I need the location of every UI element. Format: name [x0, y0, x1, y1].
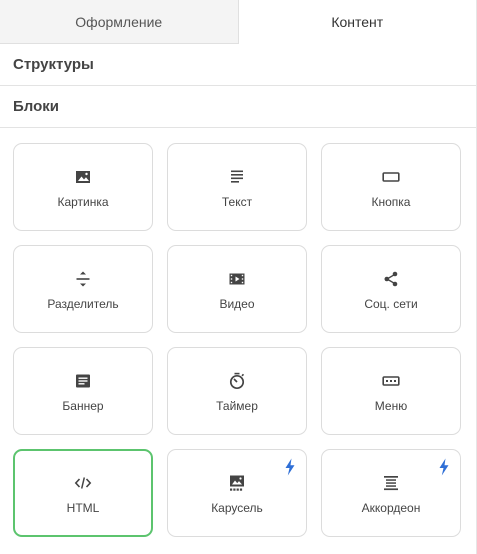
lightning-icon	[284, 458, 296, 476]
share-icon	[381, 269, 401, 289]
lightning-icon	[438, 458, 450, 476]
block-divider[interactable]: Разделитель	[13, 245, 153, 333]
block-label: Таймер	[216, 399, 258, 413]
section-structures[interactable]: Структуры	[0, 44, 476, 86]
block-label: Видео	[219, 297, 255, 311]
block-label: Меню	[374, 399, 408, 413]
block-image[interactable]: Картинка	[13, 143, 153, 231]
tab-content[interactable]: Контент	[238, 0, 476, 44]
block-label: Картинка	[57, 195, 109, 209]
block-label: Текст	[221, 195, 253, 209]
block-accordion[interactable]: Аккордеон	[321, 449, 461, 537]
block-banner[interactable]: Баннер	[13, 347, 153, 435]
section-blocks[interactable]: Блоки	[0, 86, 476, 128]
code-icon	[73, 473, 93, 493]
block-text[interactable]: Текст	[167, 143, 307, 231]
button-icon	[381, 167, 401, 187]
block-label: Кнопка	[371, 195, 411, 209]
image-icon	[73, 167, 93, 187]
menu-icon	[381, 371, 401, 391]
carousel-icon	[227, 473, 247, 493]
block-social[interactable]: Соц. сети	[321, 245, 461, 333]
panel-tabs: Оформление Контент	[0, 0, 476, 44]
block-label: Соц. сети	[364, 297, 418, 311]
divider-icon	[73, 269, 93, 289]
block-label: Аккордеон	[361, 501, 421, 515]
block-label: Баннер	[62, 399, 104, 413]
video-icon	[227, 269, 247, 289]
block-button[interactable]: Кнопка	[321, 143, 461, 231]
block-video[interactable]: Видео	[167, 245, 307, 333]
text-icon	[227, 167, 247, 187]
block-menu[interactable]: Меню	[321, 347, 461, 435]
block-label: HTML	[66, 501, 100, 515]
block-timer[interactable]: Таймер	[167, 347, 307, 435]
block-label: Карусель	[211, 501, 263, 515]
content-panel: Оформление Контент Структуры Блоки Карти…	[0, 0, 477, 554]
block-carousel[interactable]: Карусель	[167, 449, 307, 537]
accordion-icon	[381, 473, 401, 493]
block-label: Разделитель	[47, 297, 119, 311]
tab-design[interactable]: Оформление	[0, 0, 239, 44]
blocks-grid: Картинка Текст Кнопка Разделитель Видео …	[13, 143, 461, 537]
timer-icon	[227, 371, 247, 391]
banner-icon	[73, 371, 93, 391]
block-html[interactable]: HTML	[13, 449, 153, 537]
